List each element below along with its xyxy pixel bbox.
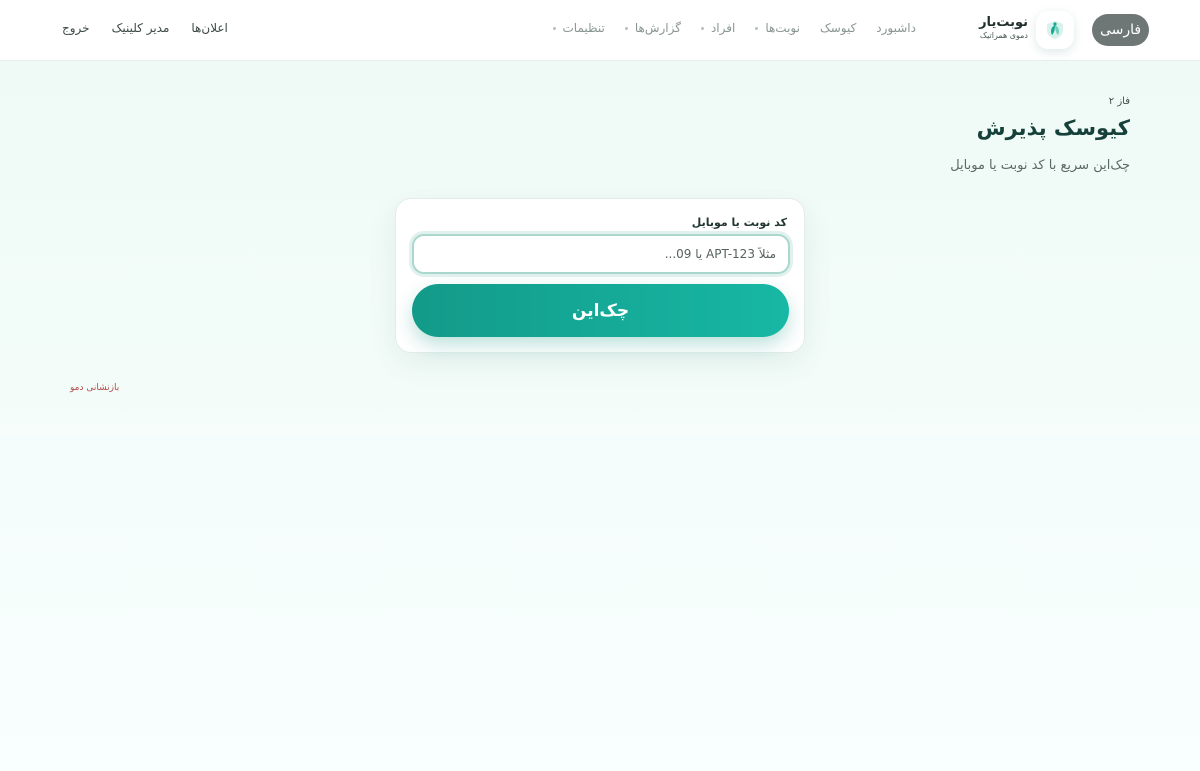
leaf-shield-icon xyxy=(1047,21,1063,39)
nav-dot-icon xyxy=(624,26,628,30)
nav-dot-icon xyxy=(552,26,556,30)
brand-subtitle: دموی همراتیک xyxy=(979,31,1028,40)
checkin-card: کد نوبت یا موبایل چک‌این xyxy=(395,198,805,353)
brand-title: نوبت‌یار xyxy=(979,15,1028,30)
phase-label: فاز ۲ xyxy=(1108,96,1130,107)
brand-logo[interactable] xyxy=(1036,11,1074,49)
nav-dot-icon xyxy=(700,26,704,30)
page-subtitle: چک‌این سریع با کد نوبت یا موبایل xyxy=(950,158,1130,173)
hero: فاز ۲ کیوسک پذیرش چک‌این سریع با کد نوبت… xyxy=(950,95,1130,175)
language-button[interactable]: فارسی xyxy=(1092,14,1149,46)
nav-item-kiosk[interactable]: کیوسک xyxy=(820,21,856,35)
code-field-label: کد نوبت یا موبایل xyxy=(691,216,787,229)
user-links: خروج مدیر کلینیک اعلان‌ها xyxy=(62,21,228,35)
logout-link[interactable]: خروج xyxy=(62,21,90,35)
nav-dot-icon xyxy=(755,26,759,30)
reset-demo-link[interactable]: بازنشانی دمو xyxy=(70,383,119,393)
nav-item-reports[interactable]: گزارش‌ها xyxy=(624,21,681,35)
top-bar: فارسی نوبت‌یار دموی همراتیک داشبورد کیوس… xyxy=(0,0,1200,61)
code-or-mobile-input[interactable] xyxy=(412,234,790,274)
announcements-link[interactable]: اعلان‌ها xyxy=(191,21,227,35)
brand: نوبت‌یار دموی همراتیک xyxy=(979,16,1028,42)
nav-item-people[interactable]: افراد xyxy=(700,21,735,35)
page-background-band xyxy=(0,436,1200,771)
page-title: کیوسک پذیرش xyxy=(976,116,1130,140)
nav-item-appointments[interactable]: نوبت‌ها xyxy=(755,21,800,35)
main-nav: داشبورد کیوسک نوبت‌ها افراد گزارش‌ها تنظ… xyxy=(533,21,916,35)
nav-item-settings[interactable]: تنظیمات xyxy=(552,21,605,35)
clinic-manager-label[interactable]: مدیر کلینیک xyxy=(112,21,170,35)
checkin-button[interactable]: چک‌این xyxy=(412,284,789,337)
nav-item-dashboard[interactable]: داشبورد xyxy=(876,21,916,35)
